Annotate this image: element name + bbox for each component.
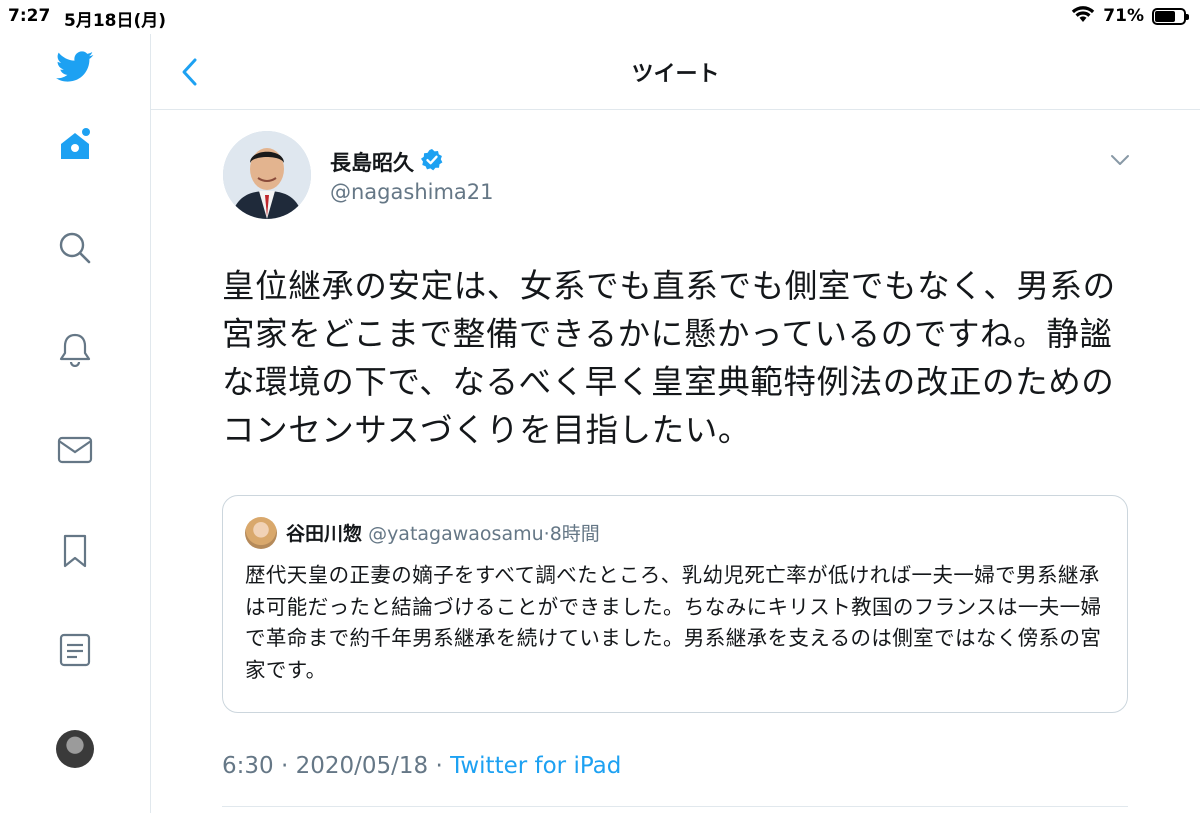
wifi-icon: [1071, 5, 1095, 27]
author-avatar[interactable]: [223, 131, 311, 219]
battery-fill: [1155, 10, 1175, 22]
list-icon[interactable]: [56, 631, 94, 669]
tweet-text: 皇位継承の安定は、女系でも直系でも側室でもなく、男系の宮家をどこまで整備できるか…: [222, 267, 1116, 449]
quote-author-name: 谷田川惣: [286, 523, 363, 545]
quote-author-avatar: [245, 517, 277, 549]
sidebar: [0, 34, 151, 813]
tweet-source-link[interactable]: Twitter for iPad: [450, 753, 621, 779]
header: ツイート: [151, 34, 1200, 110]
search-icon[interactable]: [56, 229, 94, 267]
meta-separator: ·: [435, 753, 443, 779]
quote-header: 谷田川惣 @yatagawaosamu·8時間: [286, 519, 600, 546]
tweet-date: 2020/05/18: [295, 753, 429, 779]
bell-icon[interactable]: [56, 330, 94, 368]
profile-avatar[interactable]: [56, 730, 94, 768]
mail-icon[interactable]: [56, 431, 94, 469]
meta-separator: ·: [280, 753, 289, 779]
verified-badge-icon: [420, 148, 444, 177]
battery-percent: 71%: [1103, 6, 1144, 26]
author-name[interactable]: 長島昭久: [330, 147, 444, 177]
bookmark-icon[interactable]: [56, 532, 94, 570]
chevron-down-icon[interactable]: [1108, 150, 1132, 170]
author-handle[interactable]: @nagashima21: [330, 180, 494, 204]
battery-icon: [1152, 7, 1189, 25]
quoted-tweet[interactable]: 谷田川惣 @yatagawaosamu·8時間 歴代天皇の正妻の嫡子をすべて調べ…: [222, 495, 1128, 713]
status-bar: 7:27 5月18日(月) 71%: [0, 0, 1200, 34]
tweet-time: 6:30: [222, 753, 274, 779]
home-icon[interactable]: [56, 126, 94, 164]
quote-text: 歴代天皇の正妻の嫡子をすべて調べたところ、乳幼児死亡率が低ければ一夫一婦で男系継…: [245, 563, 1102, 682]
status-time: 7:27: [8, 6, 51, 26]
quote-author-handle: @yatagawaosamu: [368, 523, 544, 545]
quote-age: 8時間: [549, 523, 600, 545]
divider: [222, 806, 1128, 807]
page-title: ツイート: [631, 62, 720, 87]
author-name-text: 長島昭久: [330, 151, 414, 175]
status-right: 71%: [1071, 5, 1189, 27]
status-date: 5月18日(月): [64, 11, 167, 31]
tweet-meta: 6:30 · 2020/05/18 · Twitter for iPad: [222, 753, 621, 779]
twitter-logo-icon[interactable]: [56, 48, 94, 86]
